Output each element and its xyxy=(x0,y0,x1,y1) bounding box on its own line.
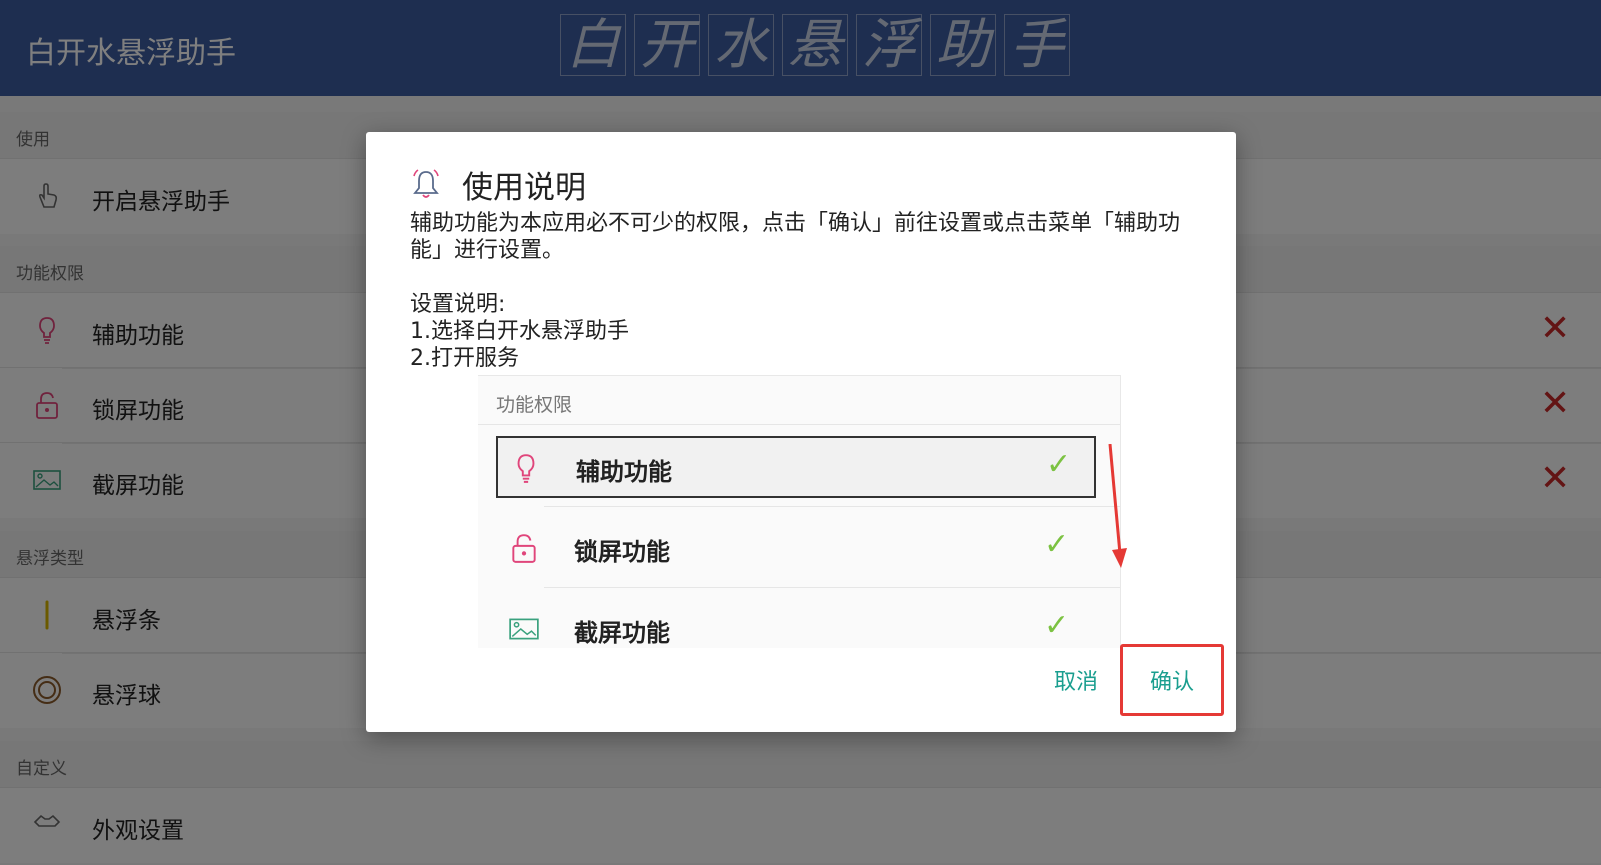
example-screenshot: 功能权限 辅助功能 ✓ 锁屏功能 ✓ 截屏功能 ✓ xyxy=(478,375,1121,648)
dialog-message: 辅助功能为本应用必不可少的权限，点击「确认」前往设置或点击菜单「辅助功能」进行设… xyxy=(410,211,1181,263)
example-row-label: 截屏功能 xyxy=(574,619,670,647)
arrow-down-icon xyxy=(1108,444,1127,568)
bell-icon xyxy=(413,169,439,198)
lightbulb-icon xyxy=(517,454,535,483)
dialog-body: 辅助功能为本应用必不可少的权限，点击「确认」前往设置或点击菜单「辅助功能」进行设… xyxy=(410,210,1200,372)
example-row-label: 锁屏功能 xyxy=(574,538,670,566)
example-row-highlighted: 辅助功能 ✓ xyxy=(496,436,1096,498)
divider xyxy=(544,506,1120,507)
usage-instructions-dialog: 使用说明 辅助功能为本应用必不可少的权限，点击「确认」前往设置或点击菜单「辅助功… xyxy=(366,132,1236,732)
instructions-title: 设置说明: xyxy=(410,292,506,317)
screenshot-icon xyxy=(509,618,539,640)
example-section-header: 功能权限 xyxy=(496,394,573,416)
dialog-title: 使用说明 xyxy=(462,170,586,206)
check-icon: ✓ xyxy=(1044,527,1070,562)
example-row-label: 辅助功能 xyxy=(576,458,672,486)
divider xyxy=(544,587,1120,588)
confirm-highlight-box xyxy=(1120,644,1224,716)
lock-icon xyxy=(512,534,536,563)
instruction-step: 1.选择白开水悬浮助手 xyxy=(410,319,629,344)
example-row: 截屏功能 ✓ xyxy=(496,599,1096,648)
divider xyxy=(478,424,1120,425)
check-icon: ✓ xyxy=(1046,447,1072,482)
check-icon: ✓ xyxy=(1044,608,1070,643)
example-row: 锁屏功能 ✓ xyxy=(496,518,1096,576)
instruction-step: 2.打开服务 xyxy=(410,346,519,371)
cancel-button[interactable]: 取消 xyxy=(1054,664,1098,696)
